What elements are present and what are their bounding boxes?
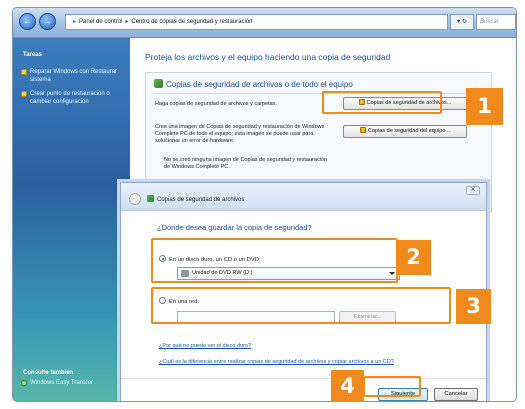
breadcrumb-separator: ▸ xyxy=(73,19,77,25)
next-button[interactable]: Siguiente xyxy=(378,388,428,401)
address-field[interactable]: ▸ Panel de control ▸ Centro de copias de se… xyxy=(65,14,448,30)
option-disk-radio[interactable]: En un disco duro, un CD o un DVD: xyxy=(159,255,261,263)
backup-computer-button[interactable]: Copias de seguridad del equipo... xyxy=(343,125,467,138)
backup-icon xyxy=(154,79,163,88)
divider xyxy=(121,378,486,379)
back-arrow-icon[interactable]: ← xyxy=(19,13,36,30)
backup-icon xyxy=(147,195,154,202)
panel-heading: Copias de seguridad de archivos o de tod… xyxy=(154,79,353,89)
breadcrumb-item[interactable]: Centro de copias de seguridad y restaura… xyxy=(131,19,252,25)
explorer-window: ← → ▸ Panel de control ▸ Centro de copias d… xyxy=(13,8,516,401)
dvd-drive-icon xyxy=(181,270,189,277)
dialog-titlebar: ← Copias de seguridad de archivos ✕ xyxy=(121,183,486,211)
chevron-down-icon xyxy=(389,272,395,275)
browse-button[interactable]: Examinar... xyxy=(339,311,396,324)
sidebar-item-system-restore[interactable]: Reparar Windows con Restaurar sistema xyxy=(21,68,125,84)
no-image-status: No se creó ninguna imagen de Copias de s… xyxy=(164,157,327,170)
option-network-radio[interactable]: En una red: xyxy=(159,297,199,305)
dialog-title-text: Copias de seguridad de archivos xyxy=(157,197,245,203)
callout-badge-3: 3 xyxy=(456,289,491,324)
sidebar-item-label: Windows Easy Transfer xyxy=(30,380,94,386)
drive-select[interactable]: Unidad de DVD RW (D:) xyxy=(177,267,400,280)
callout-badge-4: 4 xyxy=(331,370,364,402)
see-also-title: Consulte también xyxy=(23,370,74,376)
breadcrumb-separator: ▸ xyxy=(125,19,129,25)
drive-select-value: Unidad de DVD RW (D:) xyxy=(192,270,253,276)
callout-badge-1: 1 xyxy=(466,88,503,125)
transfer-icon xyxy=(21,380,27,386)
sidebar-item-easy-transfer[interactable]: Windows Easy Transfer xyxy=(21,380,93,386)
close-icon[interactable]: ✕ xyxy=(466,186,480,195)
cancel-button[interactable]: Cancelar xyxy=(434,388,478,401)
backup-files-label: Copias de seguridad de archivos... xyxy=(366,100,452,106)
network-path-input[interactable] xyxy=(177,311,335,324)
refresh-button[interactable]: ▾ ↻ xyxy=(450,14,474,30)
forward-arrow-icon[interactable]: → xyxy=(39,13,56,30)
shield-icon xyxy=(21,69,27,75)
sidebar-item-label: Reparar Windows con Restaurar sistema xyxy=(30,69,118,83)
back-arrow-icon[interactable]: ← xyxy=(129,193,141,205)
sidebar-item-label: Crear punto de restauración o cambiar co… xyxy=(30,91,110,105)
shield-icon xyxy=(21,91,27,97)
panel-heading-text: Copias de seguridad de archivos o de tod… xyxy=(166,80,353,89)
files-description: Haga copias de seguridad de archivos y c… xyxy=(155,101,277,107)
option-network-label: En una red: xyxy=(169,299,199,305)
backup-files-button[interactable]: Copias de seguridad de archivos... xyxy=(343,97,467,110)
callout-badge-2: 2 xyxy=(396,240,431,275)
page-title: Proteja los archivos y el equipo haciend… xyxy=(145,52,391,62)
sidebar-item-restore-point[interactable]: Crear punto de restauración o cambiar co… xyxy=(21,90,125,106)
backup-files-dialog: ← Copias de seguridad de archivos ✕ ¿Dón… xyxy=(120,182,487,401)
tasks-title: Tareas xyxy=(23,52,42,58)
backup-computer-label: Copias de seguridad del equipo... xyxy=(368,128,450,134)
search-input[interactable]: Buscar xyxy=(476,14,516,30)
complete-pc-description: Cree una imagen de Copias de seguridad y… xyxy=(155,124,325,144)
backup-computer-icon xyxy=(360,127,367,133)
dialog-question: ¿Dónde desea guardar la copia de segurid… xyxy=(157,223,312,232)
tasks-sidebar: Tareas Reparar Windows con Restaurar sis… xyxy=(13,38,130,401)
radio-unchecked-icon xyxy=(159,297,166,304)
breadcrumb-item[interactable]: Panel de control xyxy=(79,19,122,25)
dialog-title: Copias de seguridad de archivos xyxy=(147,195,244,203)
radio-checked-icon xyxy=(159,255,166,262)
address-toolbar: ← → ▸ Panel de control ▸ Centro de copias d… xyxy=(13,8,516,38)
link-difference[interactable]: ¿Cuál es la diferencia entre realizar co… xyxy=(159,359,394,365)
backup-files-icon xyxy=(358,99,365,105)
link-why-no-disk[interactable]: ¿Por qué no puedo ver el disco duro? xyxy=(159,343,251,349)
divider xyxy=(154,93,484,94)
option-disk-label: En un disco duro, un CD o un DVD: xyxy=(169,257,261,263)
